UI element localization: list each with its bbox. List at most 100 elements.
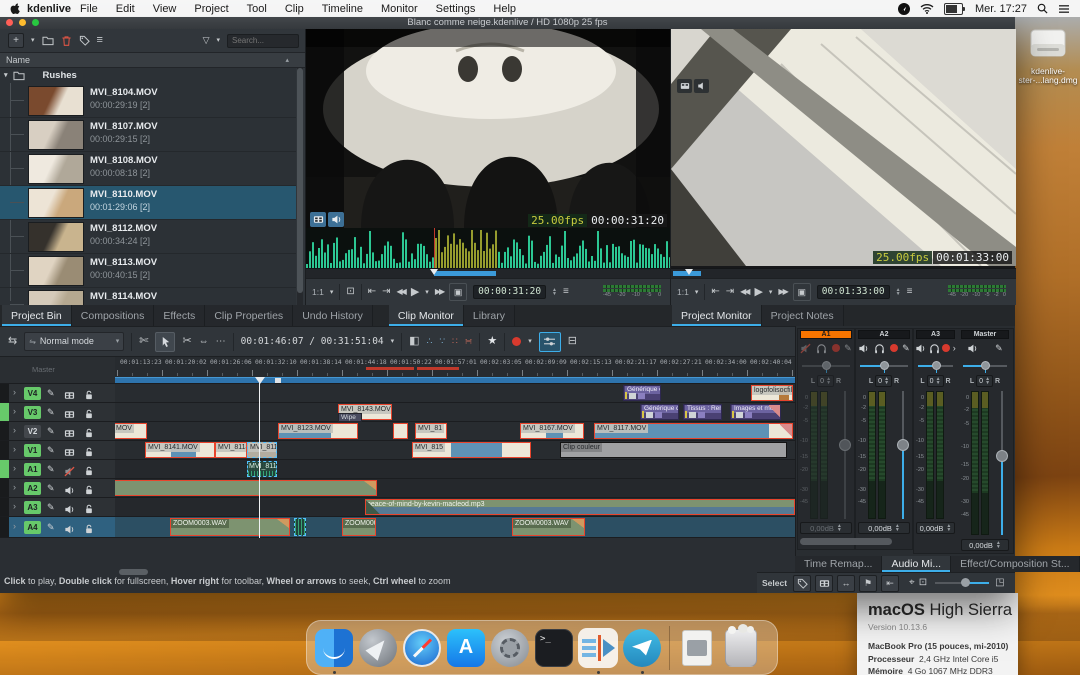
clip-monitor-seekbar[interactable] [306,268,671,278]
track-header-a3[interactable]: ›A3✎ [0,498,115,517]
balance-spinbox[interactable]: 0▲▼ [976,375,993,387]
tab-effect-composition-st-[interactable]: Effect/Composition St... [951,556,1080,572]
volume-fader[interactable] [896,391,910,519]
timeline-clip-mvi-8123-mov[interactable]: MVI_8123.MOV [278,423,358,439]
effects-icon[interactable]: ✎ [844,344,852,353]
zone-mode-button[interactable]: ▣ [449,283,467,301]
timeline-clip-mvi-8167-mov[interactable]: MVI_8167.MOV [520,423,584,439]
bin-clip-row[interactable]: MVI_8107.MOV00:00:29:15 [2] [0,118,296,152]
more-tools-icon[interactable]: ⋯ [216,337,226,347]
position-icon[interactable]: ⌖ [909,578,915,588]
tab-project-bin[interactable]: Project Bin [2,305,72,326]
pan-slider[interactable] [918,360,953,371]
timeline-clip-untitled[interactable] [393,423,408,439]
bin-clip-row[interactable]: MVI_8110.MOV00:01:29:06 [2] [0,186,296,220]
timeline-clip-zoom0003-wav[interactable]: ZOOM0003.WAV [170,518,290,536]
timeline-clip-mvi-8118[interactable]: MVI_8118 [215,442,247,458]
pan-slider[interactable] [802,360,850,371]
monitor-menu-icon[interactable]: ≡ [563,287,569,297]
clip-icon[interactable] [815,575,833,592]
timeline-clip-zoom000[interactable]: ZOOM000 [342,518,376,536]
volume-fader[interactable] [838,391,852,519]
timeline-timecode[interactable]: 00:01:46:07 / 00:31:51:04 [241,337,384,347]
favorite-effects-icon[interactable]: ★ [487,336,497,347]
tab-library[interactable]: Library [464,305,515,326]
rewind-button[interactable]: ◀◀ [740,288,748,296]
menu-app-name[interactable]: kdenlive [27,3,71,15]
solo-icon[interactable] [874,343,885,354]
forward-button[interactable]: ▶▶ [778,288,786,296]
timeline-clip-mvi-81[interactable]: MVI_81 [415,423,447,439]
record-icon[interactable] [890,344,898,352]
zone-mode-button[interactable]: ▣ [793,283,811,301]
track-tag[interactable]: V3 [24,406,41,419]
menu-item-settings[interactable]: Settings [427,3,485,15]
timeline-clip-logofolisocfilm[interactable]: logofolisocfilm [751,385,793,401]
timeline-clip-untitled[interactable] [294,518,306,536]
track-header-a1[interactable]: ›A1✎ [0,460,115,479]
timeline-clip-untitled[interactable] [115,480,377,496]
track-target-strip[interactable] [0,460,9,478]
clip-monitor-video[interactable] [306,29,671,228]
edge-icon[interactable]: ⇤ [881,575,899,592]
track-expand-icon[interactable]: › [13,444,16,454]
volume-value[interactable]: 0,00dB▲▼ [858,522,910,534]
track-expand-icon[interactable]: › [13,463,16,473]
zoom-dropdown-icon[interactable]: ▾ [695,289,699,296]
overlay-audio-icon[interactable] [694,79,709,93]
extract-zone-icon[interactable]: ∷ [452,337,458,346]
bin-clip-row[interactable]: MVI_8112.MOV00:00:34:24 [2] [0,220,296,254]
mute-icon[interactable] [858,343,869,354]
track-tag[interactable]: V4 [24,387,41,400]
track-effects-icon[interactable]: ✎ [47,502,55,513]
tab-compositions[interactable]: Compositions [72,305,155,326]
track-expand-icon[interactable]: › [13,387,16,397]
bin-search-input[interactable] [227,34,299,48]
tab-effects[interactable]: Effects [154,305,205,326]
tab-audio-mi-[interactable]: Audio Mi... [882,556,951,572]
dock-icon-finder[interactable] [313,627,355,669]
spacer-tool-icon[interactable]: ⇔ [199,337,209,347]
mixer-hscrollbar[interactable] [800,538,892,545]
razor-tool-icon[interactable]: ✂ [182,336,191,347]
seek-playhead-marker[interactable] [430,269,438,275]
bin-folder-row[interactable]: ▾ Rushes [0,68,296,83]
track-expand-icon[interactable]: › [13,501,16,511]
volume-fader[interactable] [995,391,1009,535]
track-effects-icon[interactable]: ✎ [47,407,55,418]
menu-item-tool[interactable]: Tool [238,3,276,15]
bin-clip-row[interactable]: MVI_8114.MOV00:00:14:00 [2] [0,288,296,305]
wifi-icon[interactable] [920,3,934,14]
zone-handle[interactable] [275,378,281,383]
track-lock-icon[interactable] [84,522,94,540]
record-icon[interactable] [942,344,950,352]
add-clip-dropdown-icon[interactable]: ▾ [31,37,35,44]
apple-icon[interactable] [0,2,27,15]
overlay-clip-icon[interactable] [310,212,326,227]
volume-value[interactable]: 0,00dB▲▼ [800,522,852,534]
track-expand-icon[interactable]: › [13,521,16,531]
tab-clip-monitor[interactable]: Clip Monitor [389,305,464,326]
zoom-level[interactable]: 1:1 [677,288,689,297]
timeline-clip-mvi-8117-mov[interactable]: MVI_8117.MOV [594,423,793,439]
sort-caret-icon[interactable]: ▴ [285,56,289,64]
play-dropdown-icon[interactable]: ▾ [425,289,429,296]
timeline-clip-mvi-8114[interactable]: MVI_8114 [247,442,277,458]
forward-button[interactable]: ▶▶ [435,288,443,296]
track-expand-icon[interactable]: › [13,482,16,492]
zoom-fit-icon[interactable]: ◳ [995,578,1004,588]
set-in-point-icon[interactable]: ⇤ [711,287,719,297]
menu-item-project[interactable]: Project [185,3,237,15]
spotlight-icon[interactable] [1037,3,1048,14]
menu-item-timeline[interactable]: Timeline [313,3,372,15]
tab-time-remap-[interactable]: Time Remap... [795,556,882,572]
seek-playhead-marker[interactable] [685,269,693,275]
delete-icon[interactable] [61,35,72,47]
track-target-strip[interactable] [0,441,9,459]
location-icon[interactable] [898,3,910,15]
track-header-v2[interactable]: ›V2✎ [0,422,115,441]
set-out-point-icon[interactable]: ⇥ [726,287,734,297]
pan-slider[interactable] [860,360,908,371]
balance-spinbox[interactable]: 0▲▼ [927,375,944,387]
tag-icon[interactable] [79,35,90,46]
